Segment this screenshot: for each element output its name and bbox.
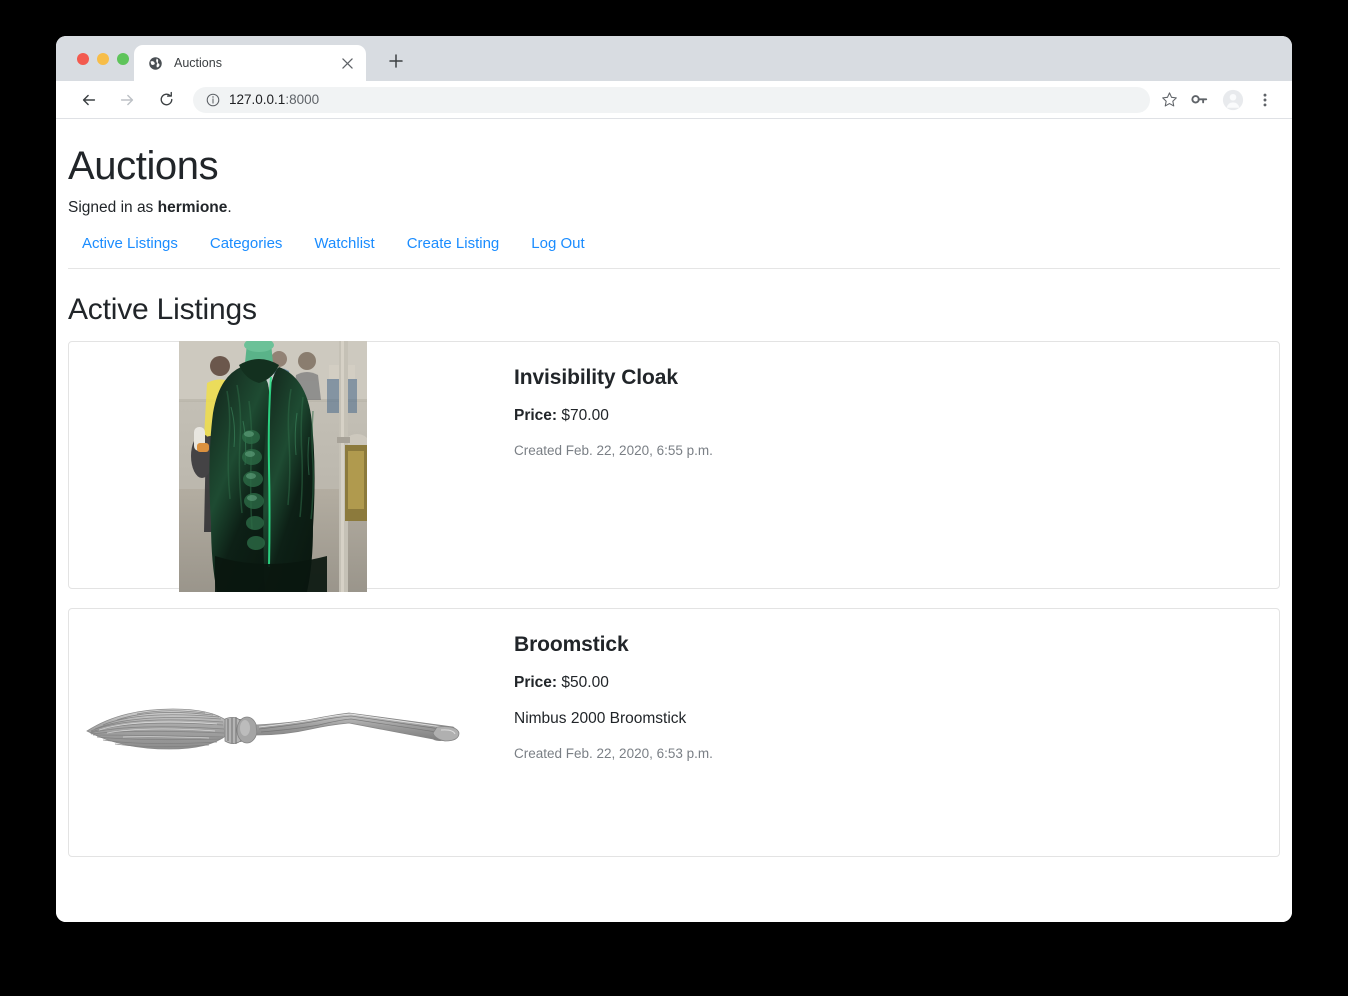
address-bar-url: 127.0.0.1:8000 <box>229 92 319 107</box>
signed-in-username: hermione <box>157 199 228 216</box>
broomstick-illustration <box>81 689 461 769</box>
nav-link-log-out[interactable]: Log Out <box>515 231 600 256</box>
forward-button-icon[interactable] <box>112 85 142 115</box>
browser-window: Auctions 127.0.0.1:8000 Auctions Signed … <box>56 36 1292 922</box>
invisibility-cloak-photo <box>179 341 367 592</box>
listing-created: Created Feb. 22, 2020, 6:55 p.m. <box>514 443 713 458</box>
avatar-icon[interactable] <box>1220 87 1246 113</box>
listing-details: Broomstick Price: $50.00 Nimbus 2000 Bro… <box>494 609 1279 856</box>
signed-in-status: Signed in as hermione. <box>68 199 1280 217</box>
maximize-window-button[interactable] <box>117 53 129 65</box>
page-content: Auctions Signed in as hermione. Active L… <box>56 119 1292 857</box>
listing-title[interactable]: Broomstick <box>514 633 1259 657</box>
nav-link-categories[interactable]: Categories <box>194 231 299 256</box>
browser-toolbar: 127.0.0.1:8000 <box>56 81 1292 119</box>
browser-tab-strip: Auctions <box>56 36 1292 81</box>
price-label: Price: <box>514 674 558 691</box>
listing-details: Invisibility Cloak Price: $70.00 Created… <box>494 342 1279 588</box>
close-icon[interactable] <box>339 55 356 72</box>
nav-link-watchlist[interactable]: Watchlist <box>298 231 390 256</box>
listing-price: Price: $70.00 <box>514 407 1259 425</box>
nav-link-create-listing[interactable]: Create Listing <box>391 231 516 256</box>
listing-media <box>69 609 494 856</box>
nav-link-active-listings[interactable]: Active Listings <box>68 231 194 256</box>
listings-container: Invisibility Cloak Price: $70.00 Created… <box>68 341 1280 857</box>
new-tab-button[interactable] <box>383 48 409 74</box>
price-value: $70.00 <box>561 407 609 424</box>
listing-description: Nimbus 2000 Broomstick <box>514 710 687 727</box>
close-window-button[interactable] <box>77 53 89 65</box>
listing-card[interactable]: Invisibility Cloak Price: $70.00 Created… <box>68 341 1280 592</box>
info-circle-icon[interactable] <box>205 92 220 107</box>
browser-tab-auctions[interactable]: Auctions <box>134 45 366 81</box>
three-dot-menu-icon[interactable] <box>1252 87 1278 113</box>
page-viewport: Auctions Signed in as hermione. Active L… <box>56 119 1292 922</box>
price-label: Price: <box>514 407 558 424</box>
listing-created: Created Feb. 22, 2020, 6:53 p.m. <box>514 746 713 761</box>
signed-in-suffix: . <box>227 199 232 216</box>
star-icon[interactable] <box>1156 87 1182 113</box>
listing-card[interactable]: Broomstick Price: $50.00 Nimbus 2000 Bro… <box>68 608 1280 857</box>
minimize-window-button[interactable] <box>97 53 109 65</box>
header-divider <box>68 268 1280 269</box>
window-traffic-lights <box>77 53 129 65</box>
listing-title[interactable]: Invisibility Cloak <box>514 366 1259 390</box>
back-button-icon[interactable] <box>74 85 104 115</box>
listing-media <box>69 341 494 592</box>
globe-icon <box>147 55 163 71</box>
reload-button-icon[interactable] <box>151 85 181 115</box>
tab-title: Auctions <box>174 56 222 70</box>
listing-price: Price: $50.00 <box>514 674 1259 692</box>
signed-in-prefix: Signed in as <box>68 199 158 216</box>
section-title: Active Listings <box>68 293 257 326</box>
price-value: $50.00 <box>561 674 609 691</box>
url-port: :8000 <box>285 92 320 107</box>
key-icon[interactable] <box>1186 87 1212 113</box>
main-navigation: Active Listings Categories Watchlist Cre… <box>68 231 1280 256</box>
url-host: 127.0.0.1 <box>229 92 286 107</box>
page-title: Auctions <box>68 144 219 188</box>
address-bar[interactable]: 127.0.0.1:8000 <box>193 86 1150 113</box>
